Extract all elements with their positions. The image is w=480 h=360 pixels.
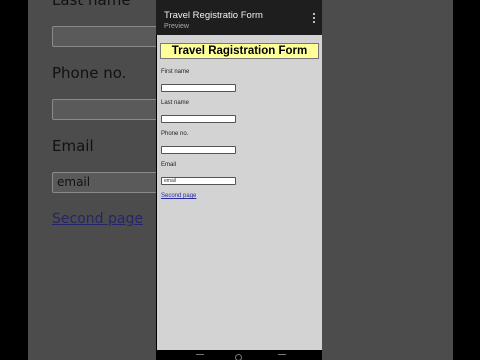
bg-last-name-input <box>52 26 156 47</box>
recent-apps-icon[interactable] <box>196 354 204 360</box>
app-title: Travel Registratio Form <box>164 10 263 21</box>
back-icon[interactable] <box>278 354 286 360</box>
home-icon[interactable] <box>235 354 242 360</box>
bg-phone-label: Phone no. <box>52 64 127 82</box>
bg-email-value: email <box>57 175 91 189</box>
background-blur-left: Last name Phone no. Email email Second p… <box>28 0 156 360</box>
form-page: Travel Ragistration Form First name Last… <box>157 35 322 350</box>
app-bar: Travel Registratio Form Preview <box>156 6 322 35</box>
app-subtitle: Preview <box>164 23 189 30</box>
overflow-menu-icon[interactable] <box>312 13 316 25</box>
first-name-label: First name <box>161 69 190 75</box>
nav-bar <box>156 350 322 360</box>
form-heading: Travel Ragistration Form <box>160 43 319 59</box>
bg-second-page-link: Second page <box>52 211 143 227</box>
bg-email-label: Email <box>52 137 94 155</box>
email-value: email <box>164 178 176 184</box>
screen: Last name Phone no. Email email Second p… <box>0 0 480 360</box>
phone-input[interactable] <box>161 146 236 154</box>
email-input[interactable]: email <box>161 177 236 185</box>
background-blur-right <box>322 0 453 360</box>
bg-phone-input <box>52 99 156 120</box>
bg-email-input: email <box>52 172 156 193</box>
email-label: Email <box>161 162 177 168</box>
phone-label: Phone no. <box>161 131 189 137</box>
second-page-link[interactable]: Second page <box>161 193 196 199</box>
bg-last-name-label: Last name <box>52 0 131 9</box>
last-name-input[interactable] <box>161 115 236 123</box>
first-name-input[interactable] <box>161 84 236 92</box>
phone-screen: Travel Registratio Form Preview Travel R… <box>156 0 322 360</box>
last-name-label: Last name <box>161 100 190 106</box>
